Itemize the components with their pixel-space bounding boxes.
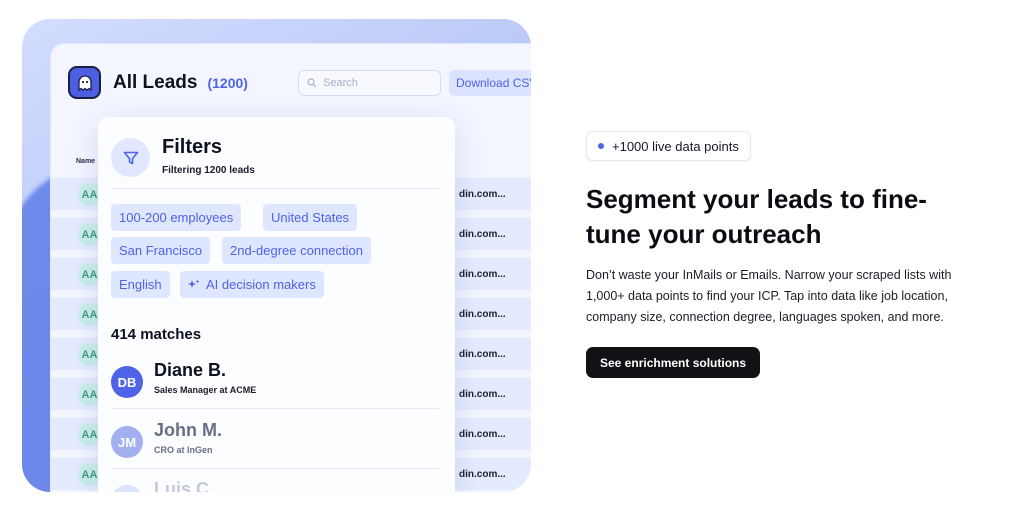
filters-panel: Filters Filtering 1200 leads 100-200 emp… [98,117,455,492]
product-illustration: All Leads (1200) Search Download CSV Nam… [22,19,531,492]
leads-title: All Leads [113,71,198,93]
person-role: CRO at InGen [154,445,213,455]
headline: Segment your leads to fine- tune your ou… [586,182,976,252]
live-data-badge: +1000 live data points [586,131,751,161]
row-domain: din.com... [459,349,506,360]
avatar [111,485,143,492]
filter-chip-ai-label: AI decision makers [206,277,316,292]
row-domain: din.com... [459,309,506,320]
person-name: John M. [154,420,222,440]
row-domain: din.com... [459,389,506,400]
badge-label: +1000 live data points [612,138,739,154]
filters-title: Filters [162,136,223,158]
search-icon [307,78,317,88]
body-text: Don’t waste your InMails or Emails. Narr… [586,265,996,328]
divider [111,408,439,409]
avatar: JM [111,426,143,458]
person-name: Luis C. [154,479,215,492]
body-line: company size, connection degree, languag… [586,310,944,324]
row-domain: din.com... [459,429,506,440]
filter-chip-ai[interactable]: AI decision makers [180,271,324,298]
matches-count: 414 matches [111,326,202,343]
filter-chip-city[interactable]: San Francisco [111,237,211,264]
person-role: Sales Manager at ACME [154,385,257,395]
row-domain: din.com... [459,229,506,240]
see-enrichment-solutions-button[interactable]: See enrichment solutions [586,347,761,378]
headline-line: tune your outreach [586,219,822,249]
row-domain: din.com... [459,189,506,200]
body-line: 1,000+ data points to find your ICP. Tap… [586,289,948,303]
filters-subtitle: Filtering 1200 leads [162,165,255,176]
filter-icon [111,138,150,177]
page: All Leads (1200) Search Download CSV Nam… [0,0,1024,506]
body-line: Don’t waste your InMails or Emails. Narr… [586,268,952,282]
sparkle-icon [188,279,200,288]
row-domain: din.com... [459,469,506,480]
filter-chip-language[interactable]: English [111,271,170,298]
avatar: DB [111,366,143,398]
search-input[interactable]: Search [298,70,441,96]
column-header-name: Name [76,158,96,165]
filter-chip-country[interactable]: United States [263,204,358,231]
divider [111,468,439,469]
filter-chip-employees[interactable]: 100-200 employees [111,204,242,231]
filter-chip-connection[interactable]: 2nd-degree connection [222,237,371,264]
status-dot-icon [598,143,604,149]
headline-line: Segment your leads to fine- [586,184,927,214]
ghost-logo-icon [68,66,101,99]
leads-header: All Leads (1200) [68,66,248,99]
person-name: Diane B. [154,360,227,380]
search-placeholder: Search [323,77,358,89]
leads-count: (1200) [207,74,248,91]
divider [111,188,439,189]
download-csv-button[interactable]: Download CSV [449,70,531,96]
row-domain: din.com... [459,269,506,280]
